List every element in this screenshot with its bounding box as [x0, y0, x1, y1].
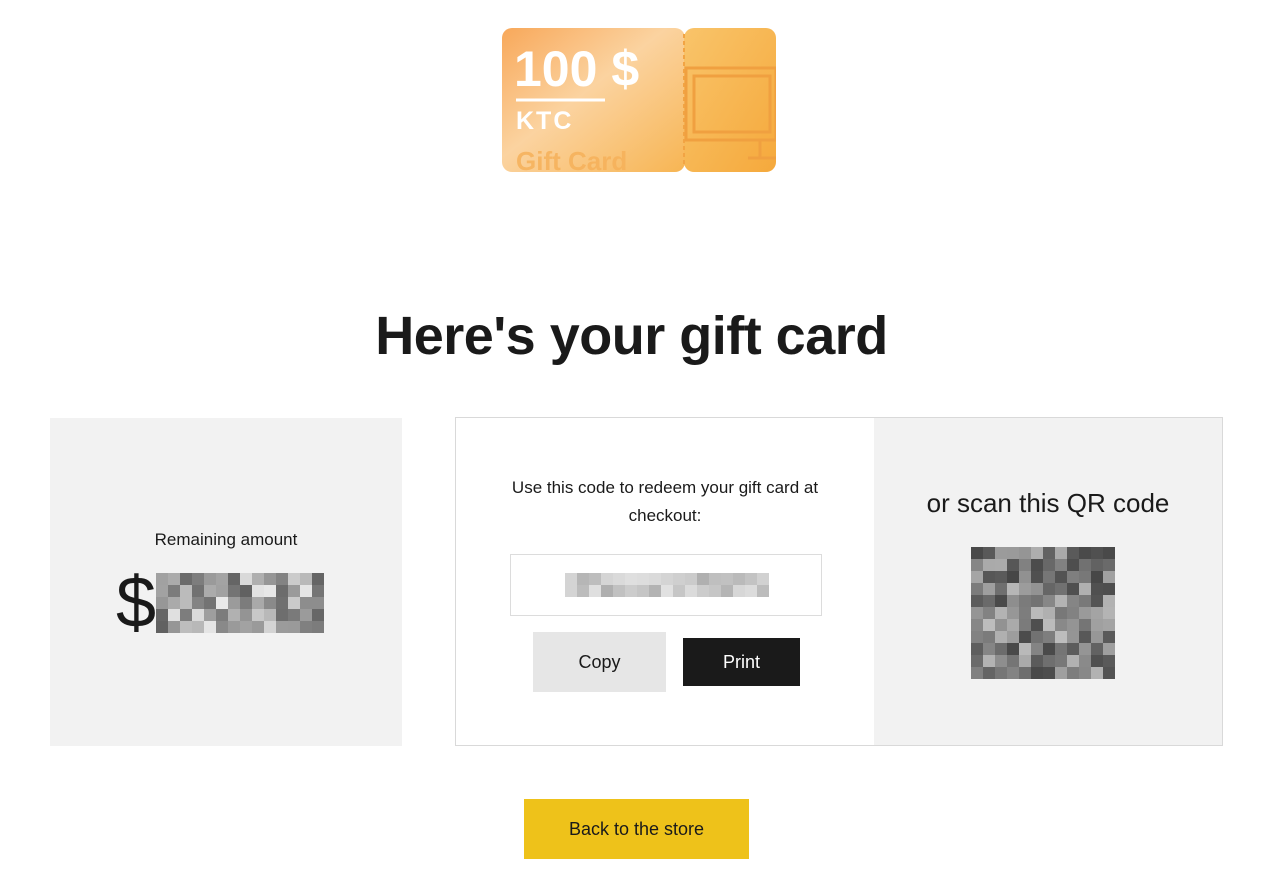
qr-code-panel: or scan this QR code	[874, 417, 1223, 746]
gift-card-image: 100 $ KTC Gift Card	[502, 28, 776, 172]
currency-symbol: $	[116, 563, 157, 643]
copy-button[interactable]: Copy	[533, 632, 666, 692]
remaining-amount-label: Remaining amount	[154, 530, 298, 549]
redacted-code	[565, 573, 769, 597]
qr-code-image	[971, 547, 1115, 679]
back-to-store-button[interactable]: Back to the store	[524, 799, 749, 859]
redacted-amount	[156, 573, 325, 633]
remaining-amount-value: $	[116, 563, 328, 643]
gift-card-code-field[interactable]	[510, 554, 822, 616]
qr-code-title: or scan this QR code	[926, 488, 1170, 518]
gift-card-caption-text: Gift Card	[516, 146, 627, 172]
gift-card-brand-text: KTC	[516, 107, 573, 135]
gift-card-amount-text: 100 $	[514, 41, 639, 97]
print-button[interactable]: Print	[683, 638, 800, 686]
redeem-code-panel: Use this code to redeem your gift card a…	[455, 417, 875, 746]
redeem-instruction: Use this code to redeem your gift card a…	[511, 478, 819, 525]
remaining-amount-panel: Remaining amount $	[50, 418, 402, 746]
page-title: Here's your gift card	[375, 306, 888, 366]
